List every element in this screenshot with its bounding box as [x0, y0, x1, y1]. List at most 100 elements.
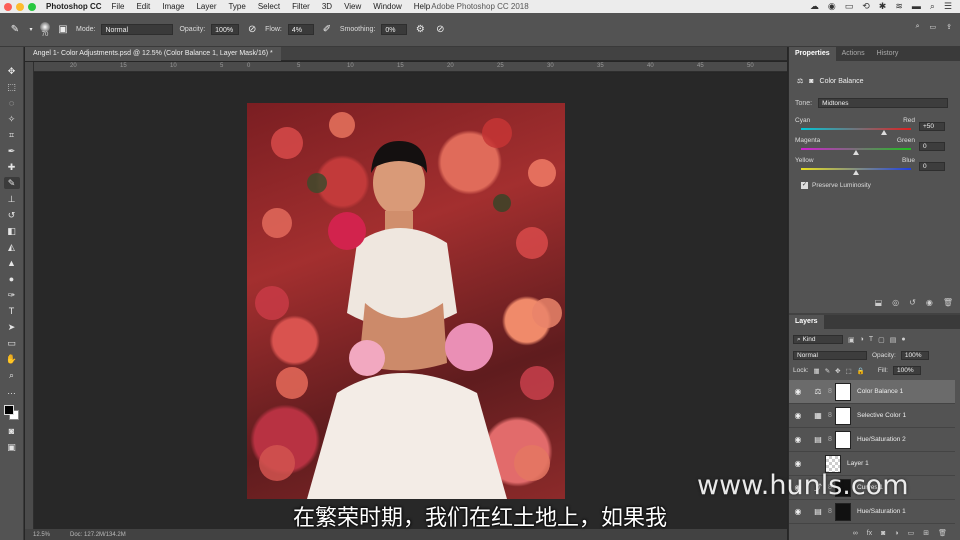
- dodge-tool-icon[interactable]: ●: [4, 273, 20, 285]
- menu-type[interactable]: Type: [228, 2, 245, 11]
- move-tool-icon[interactable]: ✥: [4, 65, 20, 77]
- tab-layers[interactable]: Layers: [789, 315, 824, 329]
- link-icon[interactable]: 8: [825, 436, 835, 443]
- brush-settings-icon[interactable]: ▣: [56, 23, 70, 37]
- close-window-button[interactable]: [4, 2, 12, 11]
- brush-tool-icon[interactable]: ✎: [8, 23, 22, 37]
- bluetooth-icon[interactable]: ✱: [879, 1, 887, 12]
- blur-tool-icon[interactable]: ▲: [4, 257, 20, 269]
- eraser-tool-icon[interactable]: ◧: [4, 225, 20, 237]
- slider-thumb[interactable]: [880, 130, 887, 135]
- clone-stamp-tool-icon[interactable]: ⊥: [4, 193, 20, 205]
- quick-mask-icon[interactable]: ◙: [4, 425, 20, 437]
- filter-toggle-icon[interactable]: ●: [901, 336, 905, 343]
- app-menu[interactable]: Photoshop CC: [46, 2, 102, 11]
- menu-edit[interactable]: Edit: [136, 2, 150, 11]
- more-tools-icon[interactable]: …: [4, 385, 20, 397]
- color-swatches[interactable]: [3, 405, 20, 421]
- opacity-field[interactable]: 100%: [211, 24, 240, 35]
- blend-mode-select[interactable]: Normal: [793, 351, 867, 360]
- wifi-icon[interactable]: ≋: [895, 1, 903, 12]
- reset-icon[interactable]: ↺: [909, 298, 916, 307]
- layer-opacity-field[interactable]: 100%: [900, 351, 929, 360]
- layer-name[interactable]: Color Balance 1: [857, 388, 903, 395]
- path-selection-tool-icon[interactable]: ➤: [4, 321, 20, 333]
- pen-tool-icon[interactable]: ✑: [4, 289, 20, 301]
- flow-field[interactable]: 4%: [287, 24, 314, 35]
- magenta-green-slider[interactable]: Magenta Green 0: [795, 137, 955, 157]
- preserve-luminosity-checkbox[interactable]: ✓: [801, 182, 808, 189]
- lock-image-icon[interactable]: ✎: [825, 367, 830, 375]
- share-icon[interactable]: ⇪: [946, 23, 952, 31]
- visibility-icon[interactable]: ◉: [926, 298, 933, 307]
- vertical-ruler[interactable]: [25, 62, 34, 530]
- menu-layer[interactable]: Layer: [196, 2, 216, 11]
- layer-row[interactable]: ◉ ▤ 8 Hue/Saturation 2: [789, 428, 955, 452]
- layer-mask-thumbnail[interactable]: [835, 382, 851, 401]
- menu-filter[interactable]: Filter: [292, 2, 310, 11]
- eye-icon[interactable]: ◉: [789, 435, 807, 444]
- display-icon[interactable]: ▭: [845, 1, 854, 12]
- search-icon[interactable]: ⌕: [916, 23, 920, 31]
- layer-row[interactable]: ◉ ⚖ 8 Color Balance 1: [789, 380, 955, 404]
- notification-center-icon[interactable]: ☰: [944, 1, 952, 12]
- filter-shape-icon[interactable]: ▢: [878, 336, 885, 344]
- magic-wand-tool-icon[interactable]: ✧: [4, 113, 20, 125]
- type-tool-icon[interactable]: T: [4, 305, 20, 317]
- rectangle-tool-icon[interactable]: ▭: [4, 337, 20, 349]
- tone-select[interactable]: Midtones: [818, 98, 949, 108]
- menu-image[interactable]: Image: [162, 2, 184, 11]
- document-tab[interactable]: Angel 1- Color Adjustments.psd @ 12.5% (…: [25, 47, 281, 61]
- slider-value-field[interactable]: 0: [919, 162, 945, 171]
- chevron-down-icon[interactable]: ▾: [28, 23, 34, 37]
- workspace-icon[interactable]: ▭: [930, 23, 937, 31]
- layer-name[interactable]: Layer 1: [847, 460, 869, 467]
- yellow-blue-slider[interactable]: Yellow Blue 0: [795, 157, 955, 177]
- clip-to-layer-icon[interactable]: ⬓: [875, 298, 883, 307]
- filter-pixel-icon[interactable]: ▣: [848, 336, 855, 344]
- view-previous-state-icon[interactable]: ◎: [892, 298, 899, 307]
- link-icon[interactable]: 8: [825, 412, 835, 419]
- slider-value-field[interactable]: 0: [919, 142, 945, 151]
- crop-tool-icon[interactable]: ⌗: [4, 129, 20, 141]
- menu-file[interactable]: File: [112, 2, 125, 11]
- gear-icon[interactable]: ⚙: [413, 23, 427, 37]
- eyedropper-tool-icon[interactable]: ✒: [4, 145, 20, 157]
- zoom-level[interactable]: 12.5%: [33, 532, 50, 538]
- screen-mode-icon[interactable]: ▣: [4, 441, 20, 453]
- marquee-tool-icon[interactable]: ⬚: [4, 81, 20, 93]
- hand-tool-icon[interactable]: ✋: [4, 353, 20, 365]
- preserve-luminosity[interactable]: ✓ Preserve Luminosity: [801, 182, 871, 189]
- brush-preset-picker[interactable]: 70: [40, 21, 50, 38]
- layer-name[interactable]: Hue/Saturation 2: [857, 436, 906, 443]
- eye-icon[interactable]: ◉: [789, 411, 807, 420]
- lasso-tool-icon[interactable]: ◌: [4, 97, 20, 109]
- filter-kind-select[interactable]: ⌕ Kind: [793, 335, 843, 344]
- history-brush-tool-icon[interactable]: ↺: [4, 209, 20, 221]
- time-machine-icon[interactable]: ⟲: [862, 1, 870, 12]
- tab-history[interactable]: History: [871, 47, 905, 61]
- paint-bucket-tool-icon[interactable]: ◭: [4, 241, 20, 253]
- link-icon[interactable]: 8: [825, 388, 835, 395]
- slider-track[interactable]: [801, 128, 911, 130]
- slider-value-field[interactable]: +50: [919, 122, 945, 131]
- layer-mask-icon[interactable]: ◙: [809, 78, 813, 85]
- eye-icon[interactable]: ◉: [789, 459, 807, 468]
- menu-3d[interactable]: 3D: [322, 2, 332, 11]
- zoom-tool-icon[interactable]: ⌕: [4, 369, 20, 381]
- minimize-window-button[interactable]: [16, 2, 24, 11]
- lock-all-icon[interactable]: 🔒: [857, 367, 865, 375]
- zoom-window-button[interactable]: [28, 2, 36, 11]
- layer-mask-thumbnail[interactable]: [835, 430, 851, 449]
- slider-thumb[interactable]: [853, 150, 859, 155]
- tab-actions[interactable]: Actions: [836, 47, 871, 61]
- fill-field[interactable]: 100%: [892, 366, 921, 375]
- trash-icon[interactable]: 🗑: [943, 298, 953, 307]
- cyan-red-slider[interactable]: Cyan Red +50: [795, 117, 955, 137]
- mode-select[interactable]: Normal: [101, 24, 174, 35]
- smoothing-field[interactable]: 0%: [381, 24, 408, 35]
- filter-smart-object-icon[interactable]: ▤: [890, 336, 897, 344]
- filter-adjustment-icon[interactable]: ◑: [860, 336, 864, 343]
- pressure-size-icon[interactable]: ⊘: [433, 23, 447, 37]
- document-image[interactable]: [247, 103, 565, 499]
